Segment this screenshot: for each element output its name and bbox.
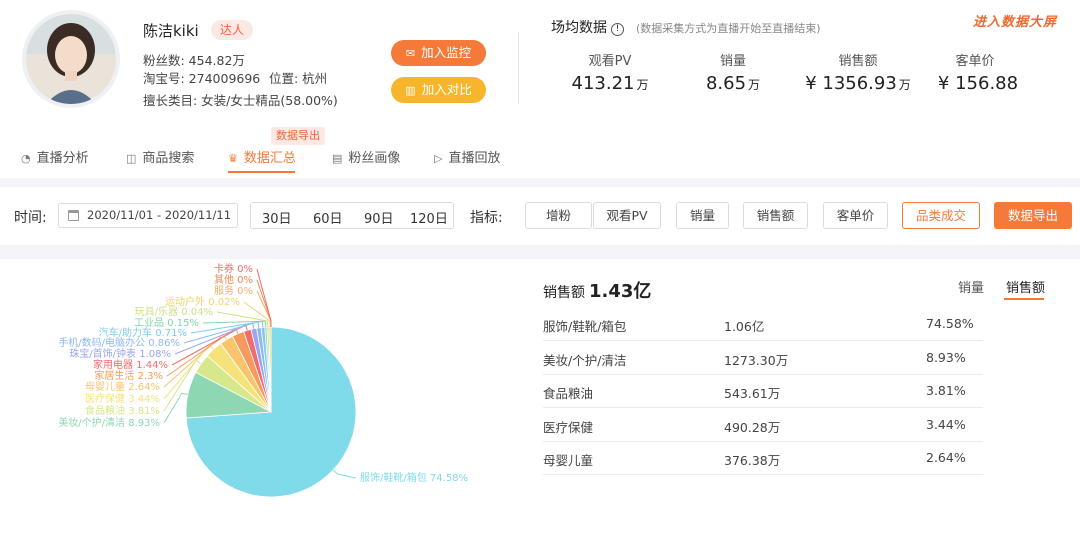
stat-label-aov: 客单价 [955, 54, 995, 69]
row-category: 医疗保健 [543, 419, 594, 435]
export-tip: 数据导出 [271, 127, 325, 145]
specialty-category: 擅长类目: 女装/女士精品(58.00%) [143, 93, 338, 108]
tab-live-analysis[interactable]: ◔ 直播分析 [21, 147, 89, 166]
time-label: 时间: [14, 210, 47, 226]
summary-title: 销售额 1.43亿 [543, 281, 652, 302]
row-amount: 490.28万 [724, 419, 781, 435]
stat-value-sales: 8.65 万 [705, 73, 761, 94]
tab-live-replay[interactable]: ▷ 直播回放 [434, 147, 500, 166]
day-120[interactable]: 120日 [410, 208, 448, 227]
pie-leader-line [332, 469, 357, 479]
stat-value-revenue: ¥ 1356.93 万 [805, 73, 911, 94]
metric-label: 指标: [470, 210, 503, 226]
row-share: 2.64% [926, 450, 966, 465]
row-category: 服饰/鞋靴/箱包 [543, 319, 627, 334]
avatar [22, 10, 120, 108]
row-share: 3.44% [926, 416, 966, 432]
enter-big-screen-link[interactable]: 进入数据大屏 [973, 11, 1057, 30]
crown-icon: ♛ [228, 152, 238, 165]
mail-icon: ✉ [405, 47, 416, 60]
day-range-group: 30日 60日 90日 120日 [250, 202, 454, 229]
category-pie-chart: 服饰/鞋靴/箱包 74.58% 美妆/个护/清洁 8.93%食品粮油 3.81%医… [58, 262, 468, 498]
taobao-id: 淘宝号: 274009696 [143, 71, 261, 86]
session-note: (数据采集方式为直播开始至直播结束) [636, 22, 821, 35]
row-share: 74.58% [926, 316, 974, 331]
row-amount: 376.38万 [724, 453, 781, 468]
table-row: 美妆/个护/清洁 1273.30万 8.93% [543, 342, 983, 375]
table-row: 食品粮油 543.61万 3.81% [543, 375, 983, 408]
metric-aov-button[interactable]: 客单价 [823, 202, 888, 229]
pie-label: 卡券 0% [214, 262, 253, 275]
session-title-text: 场均数据 [551, 20, 607, 36]
bag-icon: ◫ [126, 152, 137, 165]
divider [518, 32, 519, 104]
metric-revenue-button[interactable]: 销售额 [743, 202, 808, 229]
add-compare-label: 加入对比 [421, 82, 472, 97]
info-icon[interactable]: ! [611, 23, 624, 36]
summary-tab-indicator [1004, 298, 1044, 300]
play-icon: ▷ [434, 152, 443, 165]
day-30[interactable]: 30日 [262, 208, 292, 227]
session-stats-title: 场均数据! [551, 17, 624, 37]
row-amount: 1.06亿 [724, 319, 765, 334]
metric-pv-button[interactable]: 观看PV [593, 202, 661, 229]
pie-label: 医疗保健 3.44% [85, 392, 160, 405]
stat-label-pv: 观看PV [588, 54, 632, 69]
pie-label: 服饰/鞋靴/箱包 74.58% [360, 471, 468, 484]
tab-fan-profile[interactable]: ▤ 粉丝画像 [332, 147, 400, 166]
active-tab-indicator [228, 171, 295, 173]
metric-sales-button[interactable]: 销量 [676, 202, 729, 229]
tab-data-summary[interactable]: ♛ 数据汇总 [228, 147, 296, 166]
row-share: 8.93% [926, 349, 966, 365]
pie-label: 美妆/个护/清洁 8.93% [58, 416, 160, 429]
talent-badge: 达人 [211, 20, 254, 40]
date-range-picker[interactable]: 2020/11/01 - 2020/11/11 [58, 203, 238, 228]
stat-label-sales: 销量 [719, 54, 746, 69]
row-amount: 543.61万 [724, 386, 781, 401]
tab-product-search[interactable]: ◫ 商品搜索 [126, 147, 194, 166]
table-row: 医疗保健 490.28万 3.44% [543, 409, 983, 442]
calendar-icon [68, 210, 79, 221]
pie-icon: ◔ [21, 152, 31, 165]
row-category: 食品粮油 [543, 386, 594, 401]
table-row: 母婴儿童 376.38万 2.64% [543, 442, 983, 475]
pie-label: 工业品 0.15% [134, 317, 199, 329]
row-share: 3.81% [926, 383, 966, 398]
row-amount: 1273.30万 [724, 352, 789, 368]
add-monitor-button[interactable]: ✉ 加入监控 [391, 40, 486, 66]
tab-sales-volume[interactable]: 销量 [958, 277, 984, 296]
tab-sales-amount[interactable]: 销售额 [1006, 277, 1045, 296]
streamer-name: 陈洁kiki [143, 22, 199, 40]
pie-label: 食品粮油 3.81% [85, 404, 160, 417]
row-category: 母婴儿童 [543, 453, 594, 468]
document-icon: ▤ [332, 152, 343, 165]
fans-count: 粉丝数: 454.82万 [143, 53, 245, 68]
date-range-text: 2020/11/01 - 2020/11/11 [87, 208, 232, 222]
row-category: 美妆/个护/清洁 [543, 352, 627, 368]
pie-leader-line [163, 392, 188, 424]
category-deal-button[interactable]: 品类成交 [902, 202, 980, 229]
stat-value-pv: 413.21 万 [571, 73, 649, 94]
export-data-button[interactable]: 数据导出 [994, 202, 1072, 229]
add-monitor-label: 加入监控 [421, 45, 472, 60]
day-60[interactable]: 60日 [313, 208, 343, 227]
add-compare-button[interactable]: ▥ 加入对比 [391, 77, 486, 103]
stat-value-aov: ¥ 156.88 [937, 73, 1019, 94]
table-clip [543, 483, 983, 534]
summary-total: 1.43亿 [589, 281, 652, 302]
location: 位置: 杭州 [269, 71, 328, 86]
metric-fans-button[interactable]: 增粉 [525, 202, 592, 229]
day-90[interactable]: 90日 [364, 208, 394, 227]
bar-chart-icon: ▥ [405, 84, 416, 97]
pie-leader-line [256, 268, 272, 327]
table-row: 服饰/鞋靴/箱包 1.06亿 74.58% [543, 308, 983, 341]
